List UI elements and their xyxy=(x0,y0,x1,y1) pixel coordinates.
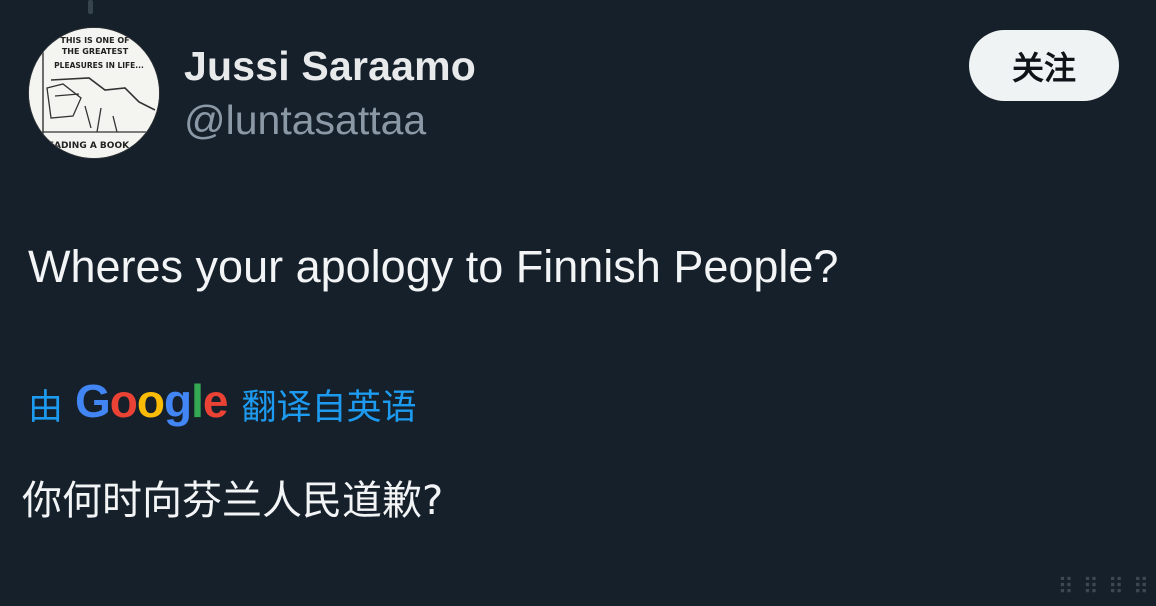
tweet-text: Wheres your apology to Finnish People? xyxy=(28,241,839,292)
translated-tweet-text: 你何时向芬兰人民道歉? xyxy=(22,478,444,524)
thread-connector-line xyxy=(88,0,93,14)
svg-text:READING A BOOK: READING A BOOK xyxy=(41,141,130,151)
avatar[interactable]: THIS IS ONE OF THE GREATEST PLEASURES IN… xyxy=(28,27,160,159)
user-handle[interactable]: @luntasattaa xyxy=(184,94,426,146)
avatar-image: THIS IS ONE OF THE GREATEST PLEASURES IN… xyxy=(29,28,159,158)
watermark: ⠿ ⠿ ⠿ ⠿ xyxy=(1057,575,1150,600)
google-logo-letter: l xyxy=(191,375,204,427)
google-logo-letter: g xyxy=(164,375,192,427)
google-logo-letter: o xyxy=(109,375,138,427)
follow-button[interactable]: 关注 xyxy=(969,30,1119,101)
svg-text:THIS IS ONE OF: THIS IS ONE OF xyxy=(60,36,129,45)
svg-text:THE GREATEST: THE GREATEST xyxy=(62,47,129,56)
google-logo: Google xyxy=(75,375,229,427)
google-logo-letter: o xyxy=(136,375,165,427)
translation-source-label: 翻译自英语 xyxy=(241,387,417,428)
tweet-card: THIS IS ONE OF THE GREATEST PLEASURES IN… xyxy=(0,0,1156,606)
translation-prefix: 由 xyxy=(28,387,64,428)
google-logo-letter: G xyxy=(75,375,111,427)
display-name[interactable]: Jussi Saraamo xyxy=(184,40,476,92)
google-logo-letter: e xyxy=(202,375,229,427)
translation-attribution[interactable]: 由 Google 翻译自英语 xyxy=(28,374,417,434)
svg-text:PLEASURES IN LIFE...: PLEASURES IN LIFE... xyxy=(54,61,144,70)
